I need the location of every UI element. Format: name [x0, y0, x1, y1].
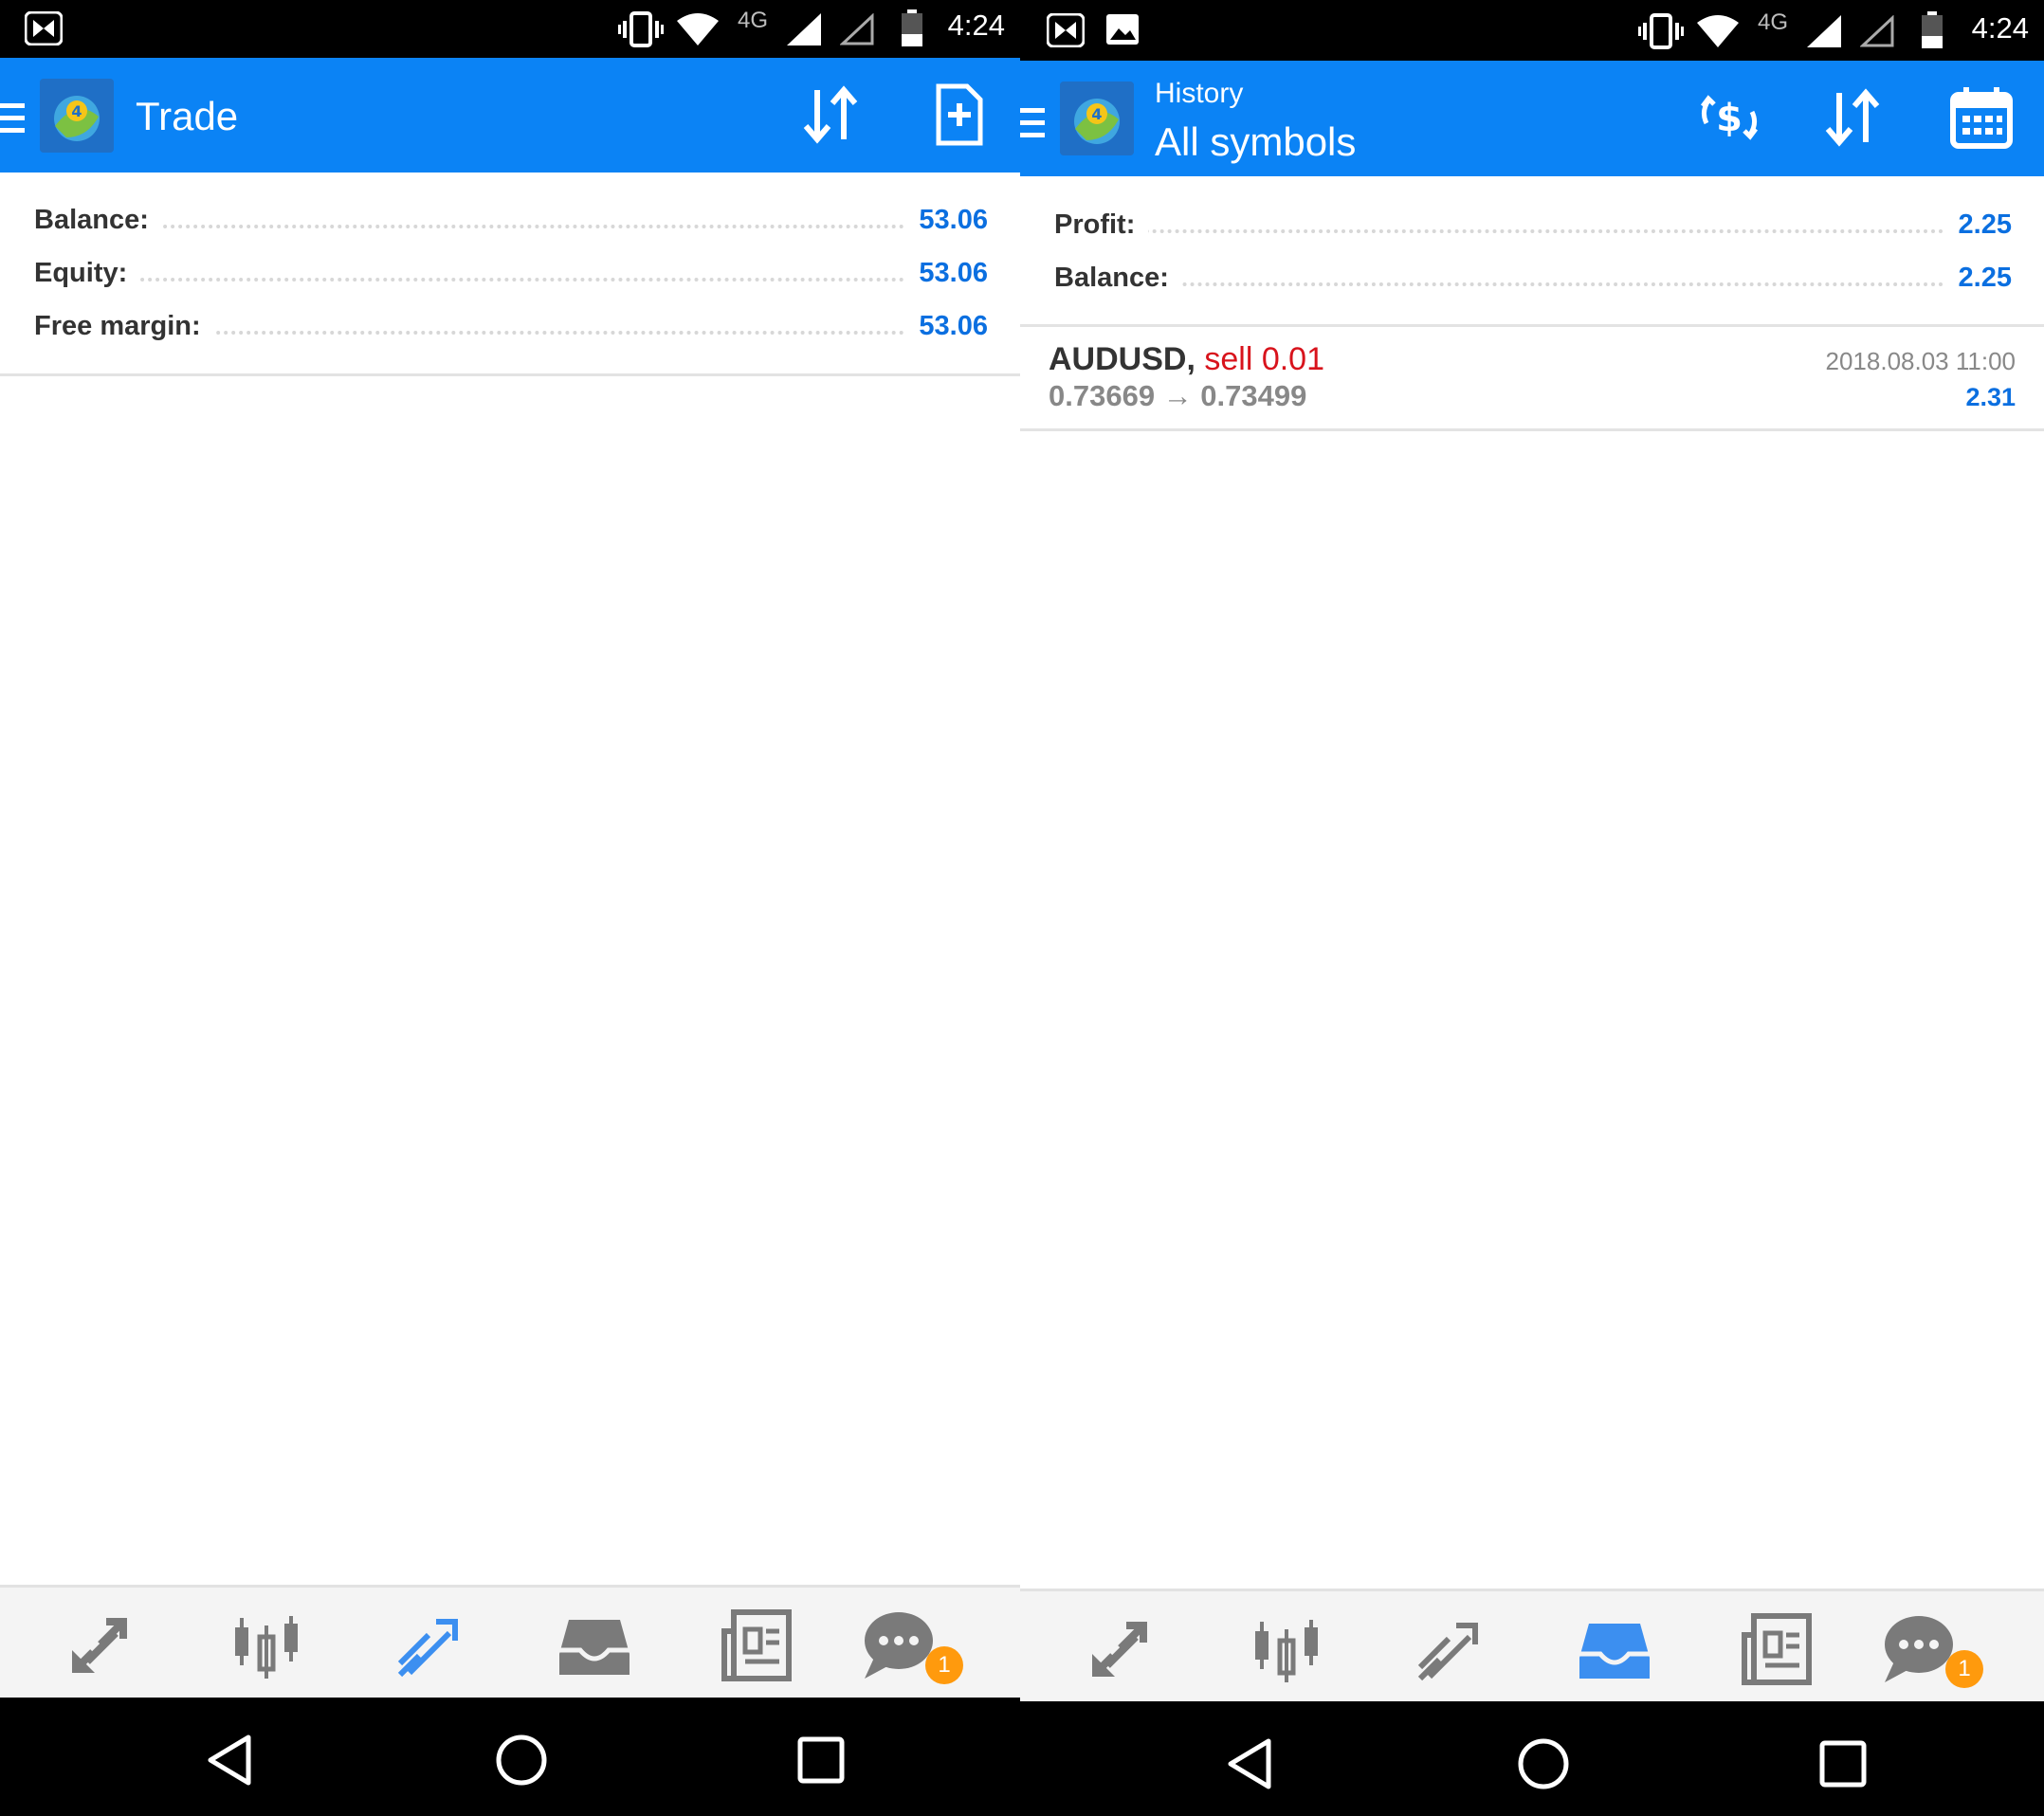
divider [1020, 324, 2044, 327]
summary-label: Profit: [1054, 209, 1149, 241]
chart-icon[interactable] [1244, 1607, 1329, 1692]
list-item[interactable]: AUDUSD, sell 0.01 0.73669 → 0.73499 2018… [1020, 328, 2044, 428]
signal-icon [1807, 15, 1841, 47]
deal-type: sell 0.01 [1204, 341, 1324, 377]
network-type: 4G [1758, 9, 1789, 35]
summary-value: 53.06 [905, 258, 988, 289]
status-bar: 4G 4:24 [0, 0, 1020, 58]
menu-icon[interactable] [1020, 108, 1045, 145]
deal-prices: 0.73669 → 0.73499 [1049, 379, 1307, 412]
wifi-icon [1697, 15, 1739, 47]
new-order-icon[interactable] [925, 81, 994, 149]
vibrate-icon [618, 11, 664, 47]
summary-label: Balance: [34, 205, 162, 236]
summary-row-balance: Balance: 53.06 [34, 195, 988, 243]
currency-exchange-icon[interactable]: $ [1695, 83, 1763, 152]
app-notification-icon [25, 11, 63, 45]
history-icon[interactable] [552, 1603, 637, 1688]
divider [1020, 428, 2044, 431]
signal-empty-icon [1860, 15, 1894, 47]
deal-datetime: 2018.08.03 11:00 [1825, 347, 2016, 375]
home-icon[interactable] [493, 1732, 550, 1789]
image-notification-icon [1106, 14, 1139, 45]
dotted-leader [34, 278, 988, 281]
system-nav-bar [0, 1698, 1020, 1816]
page-title: History [1155, 78, 1244, 109]
dotted-leader [34, 225, 988, 228]
deal-symbol: AUDUSD, sell 0.01 [1049, 341, 1324, 378]
menu-icon[interactable] [0, 103, 25, 140]
page-title: Trade [136, 94, 239, 138]
dotted-leader [1054, 282, 2012, 286]
summary-row-free-margin: Free margin: 53.06 [34, 301, 988, 349]
bottom-nav: 1 [1020, 1589, 2044, 1707]
summary-label: Equity: [34, 258, 141, 289]
summary-row-balance: Balance: 2.25 [1054, 253, 2012, 300]
recents-icon[interactable] [1815, 1735, 1871, 1792]
summary-value: 53.06 [905, 311, 988, 342]
metatrader-logo: 4 [40, 79, 114, 153]
svg-text:4: 4 [71, 102, 82, 120]
summary-value: 53.06 [905, 205, 988, 236]
divider [0, 373, 1020, 376]
battery-icon [1922, 11, 1943, 48]
battery-icon [902, 9, 922, 46]
trade-icon[interactable] [387, 1603, 472, 1688]
summary-row-profit: Profit: 2.25 [1054, 200, 2012, 247]
history-icon[interactable] [1572, 1607, 1657, 1692]
network-type: 4G [738, 8, 769, 33]
status-bar: 4G 4:24 [1020, 0, 2044, 61]
symbol-filter-title[interactable]: All symbols [1155, 119, 1356, 165]
news-icon[interactable] [1735, 1607, 1820, 1692]
quotes-icon[interactable] [59, 1603, 144, 1688]
app-bar: 4 History All symbols $ [1020, 61, 2044, 176]
vibrate-icon [1638, 13, 1684, 49]
trade-icon[interactable] [1407, 1607, 1492, 1692]
quotes-icon[interactable] [1079, 1607, 1164, 1692]
svg-text:4: 4 [1091, 105, 1102, 123]
calendar-icon[interactable] [1947, 83, 2016, 152]
bottom-nav: 1 [0, 1585, 1020, 1703]
back-icon[interactable] [201, 1732, 258, 1789]
system-nav-bar [1020, 1701, 2044, 1816]
chat-badge: 1 [1945, 1650, 1983, 1688]
wifi-icon [677, 13, 719, 45]
trade-screen: 4G 4:24 4 Trade Balance: 53.06 Equity: 5… [0, 0, 1020, 1816]
signal-empty-icon [840, 13, 874, 45]
home-icon[interactable] [1515, 1735, 1572, 1792]
clock: 4:24 [947, 9, 1005, 42]
summary-value: 2.25 [1944, 209, 2012, 241]
clock: 4:24 [1971, 11, 2029, 45]
news-icon[interactable] [715, 1603, 800, 1688]
metatrader-logo: 4 [1060, 82, 1134, 155]
summary-value: 2.25 [1944, 263, 2012, 294]
back-icon[interactable] [1221, 1735, 1278, 1792]
dotted-leader [1054, 229, 2012, 233]
deal-profit: 2.31 [1965, 383, 2016, 411]
app-notification-icon [1047, 13, 1085, 47]
summary-row-equity: Equity: 53.06 [34, 248, 988, 296]
recents-icon[interactable] [793, 1732, 849, 1789]
summary-label: Balance: [1054, 263, 1182, 294]
signal-icon [787, 13, 821, 45]
sort-icon[interactable] [1820, 83, 1889, 152]
history-screen: 4G 4:24 4 History All symbols $ Profit: … [1020, 0, 2044, 1816]
app-bar: 4 Trade [0, 58, 1020, 173]
sort-icon[interactable] [798, 81, 867, 149]
svg-text:$: $ [1716, 97, 1743, 140]
deal-symbol-name: AUDUSD, [1049, 341, 1195, 377]
chart-icon[interactable] [224, 1603, 309, 1688]
summary-label: Free margin: [34, 311, 214, 342]
chat-badge: 1 [925, 1646, 963, 1684]
